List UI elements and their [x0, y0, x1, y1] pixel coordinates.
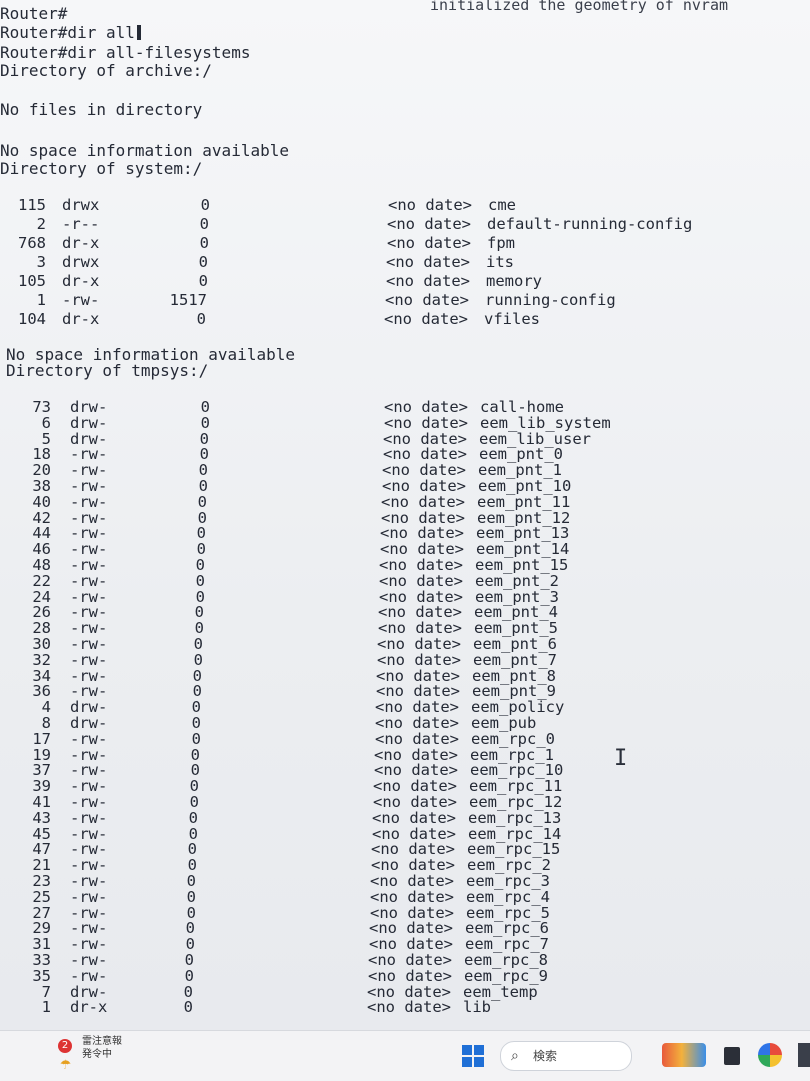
entry-size: 0 [196, 310, 206, 328]
chrome-icon[interactable] [758, 1043, 782, 1067]
entry-size: 0 [198, 272, 208, 290]
entry-name: lib [463, 998, 491, 1017]
ibeam-cursor-icon: I [614, 746, 628, 771]
entry-permissions: dr-x [62, 234, 100, 252]
weather-line-2: 発令中 [82, 1049, 112, 1060]
entry-size: 0 [200, 196, 210, 214]
entry-permissions: dr-x [62, 310, 100, 328]
entry-permissions: drwx [62, 253, 100, 271]
entry-size: 1517 [169, 291, 207, 309]
pinned-app-icon[interactable] [798, 1043, 810, 1067]
tmpsys-header: Directory of tmpsys:/ [6, 361, 209, 380]
entry-index: 1 [36, 291, 46, 309]
prompt-line-3: Router#dir all-filesystems [0, 43, 251, 62]
weather-widget[interactable]: 雷注意報 発令中 [82, 1035, 122, 1061]
entry-name: its [486, 253, 514, 271]
search-icon: ⌕ [511, 1048, 519, 1064]
entry-size: 0 [198, 253, 208, 271]
entry-date: <no date> [367, 998, 451, 1017]
entry-name: vfiles [484, 310, 540, 328]
system-header: Directory of system:/ [0, 159, 203, 178]
search-placeholder: 検索 [533, 1049, 558, 1063]
entry-name: default-running-config [487, 215, 693, 233]
windows-logo-pane [474, 1045, 484, 1055]
file-entry: 115 drwx 0 <no date> cme [0, 196, 810, 214]
entry-index: 768 [18, 234, 46, 252]
entry-date: <no date> [385, 291, 469, 309]
prompt-line-1: Router# [0, 4, 68, 23]
entry-index: 105 [18, 272, 46, 290]
nvram-status-line: initialized the geometry of nvram [430, 0, 729, 14]
start-button[interactable] [462, 1045, 484, 1067]
entry-size: 0 [199, 234, 209, 252]
windows-logo-icon [462, 1045, 472, 1055]
archive-nospace-text: No space information available [0, 141, 289, 160]
entry-date: <no date> [386, 253, 470, 271]
file-entry: 104 dr-x 0 <no date> vfiles [0, 310, 810, 328]
file-entry: 1 dr-x 0 <no date> lib [0, 998, 810, 1016]
entry-date: <no date> [387, 215, 471, 233]
pinned-app-icon[interactable] [724, 1047, 740, 1065]
command-text: Router#dir all [0, 23, 135, 42]
entry-size: 0 [183, 998, 193, 1017]
file-entry: 1 -rw- 1517 <no date> running-config [0, 291, 810, 309]
entry-date: <no date> [384, 310, 468, 328]
file-entry: 105 dr-x 0 <no date> memory [0, 272, 810, 290]
file-entry: 768 dr-x 0 <no date> fpm [0, 234, 810, 252]
taskbar-search[interactable]: ⌕ 検索 [500, 1041, 632, 1071]
entry-date: <no date> [388, 196, 472, 214]
entry-permissions: drwx [62, 196, 100, 214]
archive-empty-text: No files in directory [0, 100, 203, 119]
entry-name: running-config [485, 291, 616, 309]
file-entry: 3 drwx 0 <no date> its [0, 253, 810, 271]
entry-name: fpm [487, 234, 515, 252]
entry-date: <no date> [386, 272, 470, 290]
weather-line-1: 雷注意報 [82, 1036, 122, 1047]
windows-logo-pane [474, 1057, 484, 1067]
file-entry: 2 -r-- 0 <no date> default-running-config [0, 215, 810, 233]
entry-index: 115 [18, 196, 46, 214]
notification-badge[interactable]: 2 [58, 1039, 72, 1053]
entry-index: 3 [36, 253, 46, 271]
text-cursor [136, 25, 141, 40]
entry-date: <no date> [387, 234, 471, 252]
entry-size: 0 [199, 215, 209, 233]
pinned-app-icon[interactable] [662, 1043, 706, 1067]
archive-header: Directory of archive:/ [0, 61, 212, 80]
entry-name: cme [488, 196, 516, 214]
entry-permissions: dr-x [62, 272, 100, 290]
entry-index: 1 [41, 998, 51, 1017]
windows-logo-pane [462, 1057, 472, 1067]
entry-name: memory [486, 272, 542, 290]
entry-permissions: dr-x [70, 998, 108, 1017]
entry-index: 2 [36, 215, 46, 233]
entry-index: 104 [18, 310, 46, 328]
taskbar: 2 ☂ 雷注意報 発令中 ⌕ 検索 [0, 1030, 810, 1081]
entry-permissions: -rw- [62, 291, 100, 309]
prompt-line-2: Router#dir all [0, 24, 141, 42]
terminal-screen[interactable]: initialized the geometry of nvram Router… [0, 0, 810, 1030]
entry-permissions: -r-- [62, 215, 100, 233]
weather-warning-icon[interactable]: ☂ [60, 1053, 71, 1074]
